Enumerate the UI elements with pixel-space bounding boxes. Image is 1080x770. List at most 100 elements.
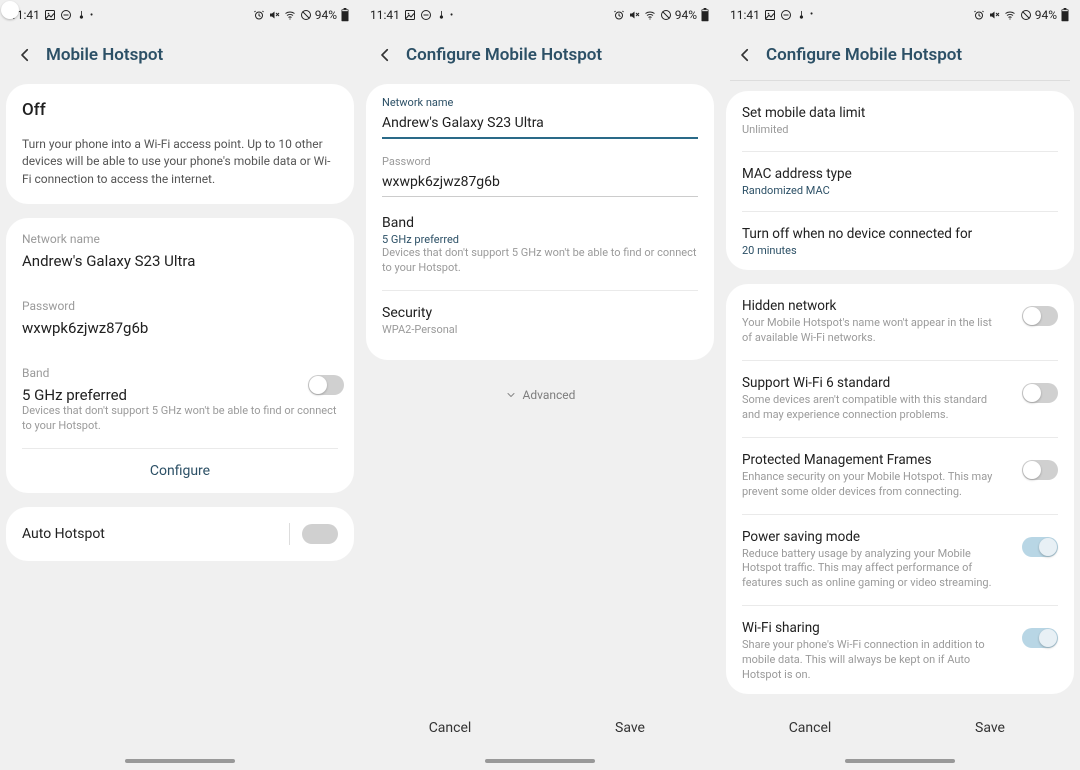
screen-configure-hotspot-advanced: 11:41 • 94% Configure Mobile Hotspot: [720, 0, 1080, 770]
wifishare-sub: Share your phone's Wi-Fi connection in a…: [742, 638, 1002, 683]
status-bar: 11:41 • 94%: [0, 0, 360, 30]
status-time: 11:41: [730, 8, 760, 22]
app-bar: Configure Mobile Hotspot: [360, 30, 720, 80]
dot-icon: •: [810, 9, 813, 20]
nav-bar: [0, 752, 360, 770]
cancel-button[interactable]: Cancel: [720, 704, 900, 752]
band-row[interactable]: Band 5 GHz preferred Devices that don't …: [366, 201, 714, 290]
network-name-input[interactable]: Andrew's Galaxy S23 Ultra: [382, 109, 698, 139]
psm-label: Power saving mode: [742, 529, 1058, 545]
wifi6-label: Support Wi-Fi 6 standard: [742, 375, 1058, 391]
hotspot-config-card: Network name Andrew's Galaxy S23 Ultra P…: [6, 218, 354, 493]
wifi6-row[interactable]: Support Wi-Fi 6 standard Some devices ar…: [726, 361, 1074, 437]
hidden-network-sub: Your Mobile Hotspot's name won't appear …: [742, 316, 1002, 346]
security-row[interactable]: Security WPA2-Personal: [366, 291, 714, 352]
battery-icon: [340, 8, 350, 22]
minus-circle-icon: [60, 9, 72, 21]
wifishare-row[interactable]: Wi-Fi sharing Share your phone's Wi-Fi c…: [726, 606, 1074, 694]
password-label: Password: [22, 299, 338, 313]
battery-icon: [700, 8, 710, 22]
hotspot-state-card: Off Turn your phone into a Wi-Fi access …: [6, 84, 354, 204]
save-button[interactable]: Save: [540, 704, 720, 752]
wifishare-toggle[interactable]: [1022, 628, 1058, 648]
pmf-row[interactable]: Protected Management Frames Enhance secu…: [726, 438, 1074, 514]
screen-configure-hotspot: 11:41 • 94% Configure Mobile Hotspot: [360, 0, 720, 770]
mute-icon: [988, 9, 1000, 21]
psm-row[interactable]: Power saving mode Reduce battery usage b…: [726, 515, 1074, 606]
nav-handle[interactable]: [125, 759, 235, 763]
auto-hotspot-card: Auto Hotspot: [6, 507, 354, 561]
band-value: 5 GHz preferred: [382, 233, 698, 246]
password-field[interactable]: Password wxwpk6zjwz87g6b: [366, 143, 714, 201]
pmf-sub: Enhance security on your Mobile Hotspot.…: [742, 470, 1002, 500]
data-limit-row[interactable]: Set mobile data limit Unlimited: [726, 91, 1074, 152]
thermometer-icon: [436, 9, 446, 21]
thermometer-icon: [796, 9, 806, 21]
auto-hotspot-label[interactable]: Auto Hotspot: [22, 526, 105, 542]
status-bar: 11:41 • 94%: [720, 0, 1080, 30]
idle-row[interactable]: Turn off when no device connected for 20…: [726, 212, 1074, 270]
nav-handle[interactable]: [485, 759, 595, 763]
page-title: Mobile Hotspot: [46, 45, 163, 65]
wifi-icon: [283, 9, 297, 21]
advanced-label: Advanced: [523, 388, 576, 402]
password-input[interactable]: wxwpk6zjwz87g6b: [382, 168, 698, 197]
band-label: Band: [22, 366, 338, 380]
idle-label: Turn off when no device connected for: [742, 226, 1058, 242]
nav-bar: [720, 752, 1080, 770]
network-name-label: Network name: [382, 96, 698, 109]
alarm-icon: [973, 9, 985, 21]
psm-sub: Reduce battery usage by analyzing your M…: [742, 547, 1002, 592]
advanced-basic-card: Set mobile data limit Unlimited MAC addr…: [726, 91, 1074, 271]
hotspot-state-description: Turn your phone into a Wi-Fi access poin…: [6, 136, 354, 204]
password-value: wxwpk6zjwz87g6b: [22, 319, 338, 337]
network-name-row[interactable]: Network name Andrew's Galaxy S23 Ultra: [6, 218, 354, 284]
divider: [730, 80, 1070, 81]
chevron-down-icon: [505, 389, 517, 401]
password-row[interactable]: Password wxwpk6zjwz87g6b: [6, 284, 354, 351]
idle-value: 20 minutes: [742, 244, 1058, 257]
app-bar: Configure Mobile Hotspot: [720, 30, 1080, 80]
back-button[interactable]: [734, 44, 756, 66]
psm-toggle[interactable]: [1022, 537, 1058, 557]
advanced-toggle[interactable]: Advanced: [360, 370, 720, 420]
band-value: 5 GHz preferred: [22, 386, 338, 404]
configure-button[interactable]: Configure: [6, 449, 354, 493]
nav-handle[interactable]: [845, 759, 955, 763]
status-bar: 11:41 • 94%: [360, 0, 720, 30]
data-limit-value: Unlimited: [742, 123, 1002, 138]
mac-label: MAC address type: [742, 166, 1058, 182]
battery-pct: 94%: [1035, 8, 1057, 22]
mac-value: Randomized MAC: [742, 184, 1058, 197]
pmf-toggle[interactable]: [1022, 460, 1058, 480]
wifi-icon: [1003, 9, 1017, 21]
app-bar: Mobile Hotspot: [0, 30, 360, 80]
wifi-icon: [643, 9, 657, 21]
back-button[interactable]: [14, 44, 36, 66]
configure-form-card: Network name Andrew's Galaxy S23 Ultra P…: [366, 84, 714, 360]
hidden-network-toggle[interactable]: [1022, 306, 1058, 326]
wifi6-toggle[interactable]: [1022, 383, 1058, 403]
alarm-icon: [613, 9, 625, 21]
band-sub: Devices that don't support 5 GHz won't b…: [22, 404, 338, 434]
dot-icon: •: [90, 10, 93, 21]
cancel-button[interactable]: Cancel: [360, 704, 540, 752]
network-name-value: Andrew's Galaxy S23 Ultra: [22, 252, 338, 270]
image-icon: [44, 9, 56, 21]
hidden-network-row[interactable]: Hidden network Your Mobile Hotspot's nam…: [726, 284, 1074, 360]
save-button[interactable]: Save: [900, 704, 1080, 752]
band-label: Band: [382, 215, 698, 231]
auto-hotspot-toggle[interactable]: [302, 524, 338, 544]
back-button[interactable]: [374, 44, 396, 66]
mac-row[interactable]: MAC address type Randomized MAC: [726, 152, 1074, 211]
image-icon: [764, 9, 776, 21]
mute-icon: [628, 9, 640, 21]
pmf-label: Protected Management Frames: [742, 452, 1058, 468]
image-icon: [404, 9, 416, 21]
network-name-field[interactable]: Network name Andrew's Galaxy S23 Ultra: [366, 84, 714, 143]
bottom-bar: Cancel Save: [360, 704, 720, 752]
data-limit-label: Set mobile data limit: [742, 105, 1058, 121]
band-row[interactable]: Band 5 GHz preferred Devices that don't …: [6, 351, 354, 448]
battery-icon: [1060, 8, 1070, 22]
security-label: Security: [382, 305, 698, 321]
